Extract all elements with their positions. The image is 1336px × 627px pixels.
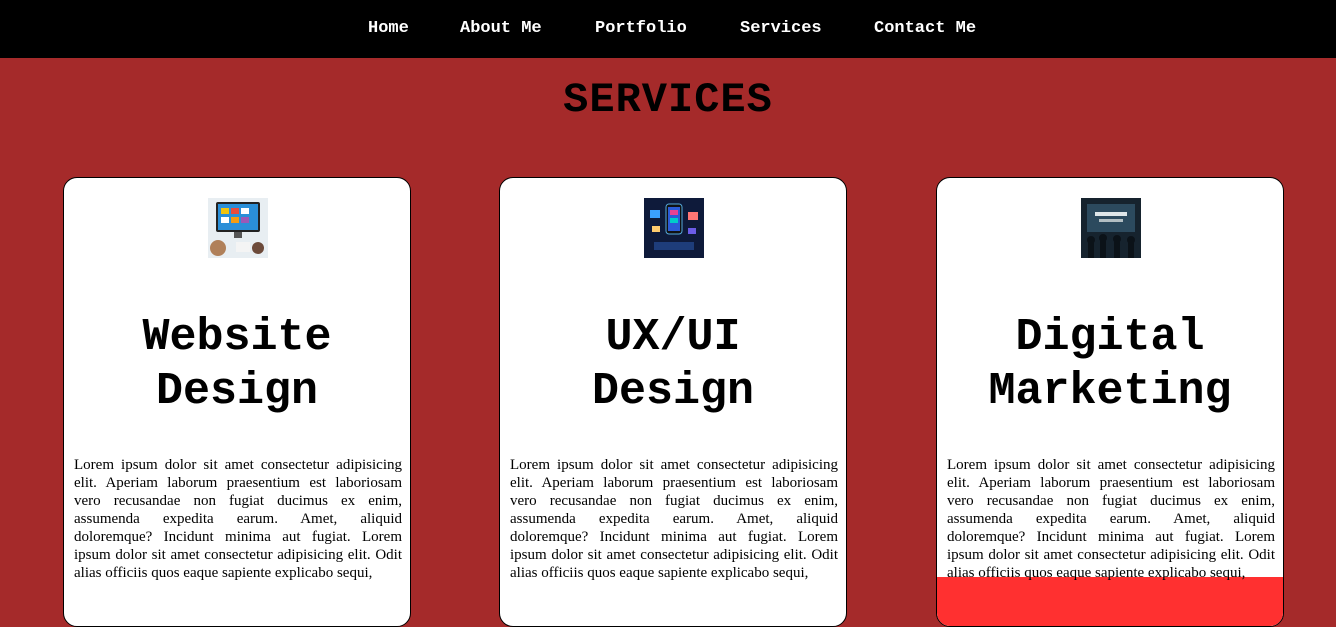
card-title: Website Design xyxy=(64,311,410,419)
card-hover-highlight xyxy=(937,577,1283,626)
page-title: SERVICES xyxy=(563,76,773,124)
card-title-line-1: UX/UI xyxy=(605,312,741,363)
service-card-ux-ui-design[interactable]: UX/UI Design Lorem ipsum dolor sit amet … xyxy=(499,177,847,627)
card-description: Lorem ipsum dolor sit amet consectetur a… xyxy=(947,457,1275,581)
card-title-line-2: Design xyxy=(591,366,755,417)
navbar: Home About Me Portfolio Services Contact… xyxy=(0,0,1336,58)
digital-marketing-image xyxy=(1081,198,1141,258)
card-title: Digital Marketing xyxy=(937,311,1283,419)
ux-ui-design-image xyxy=(644,198,704,258)
nav-link-portfolio[interactable]: Portfolio xyxy=(595,19,687,39)
service-card-website-design[interactable]: Website Design Lorem ipsum dolor sit ame… xyxy=(63,177,411,627)
nav-link-about-me[interactable]: About Me xyxy=(460,19,542,39)
nav-link-home[interactable]: Home xyxy=(368,19,409,39)
card-title: UX/UI Design xyxy=(500,311,846,419)
card-title-line-1: Website xyxy=(142,312,332,363)
card-title-line-2: Marketing xyxy=(988,366,1232,417)
card-title-line-2: Design xyxy=(155,366,319,417)
service-card-digital-marketing[interactable]: Digital Marketing Lorem ipsum dolor sit … xyxy=(936,177,1284,627)
nav-link-contact-me[interactable]: Contact Me xyxy=(874,19,976,39)
card-title-line-1: Digital xyxy=(1015,312,1205,363)
card-description: Lorem ipsum dolor sit amet consectetur a… xyxy=(74,457,402,581)
nav-link-services[interactable]: Services xyxy=(740,19,822,39)
website-design-image xyxy=(208,198,268,258)
card-description: Lorem ipsum dolor sit amet consectetur a… xyxy=(510,457,838,581)
